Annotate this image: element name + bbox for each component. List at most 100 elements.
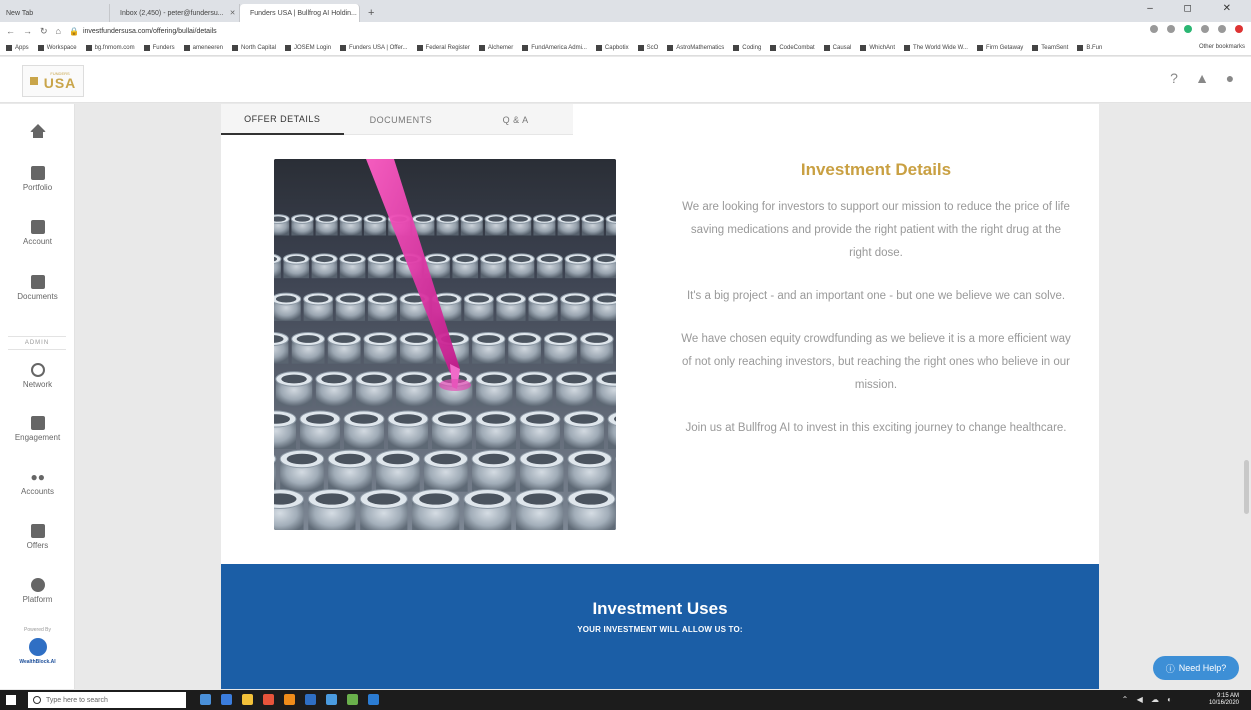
bookmark-item[interactable]: The World Wide W... [904,44,968,51]
app-icon[interactable] [305,694,316,705]
taskbar-search-input[interactable]: Type here to search [28,692,186,708]
funders-usa-logo[interactable]: FUNDERS USA [22,65,84,97]
bookmark-item[interactable]: TeamSent [1032,44,1068,51]
other-bookmarks[interactable]: Other bookmarks [1199,44,1245,50]
need-help-button[interactable]: ⓘ Need Help? [1153,656,1239,680]
bookmark-item[interactable]: Federal Register [416,44,470,51]
bookmark-item[interactable]: ameneeren [183,44,223,51]
extension-icon[interactable] [1184,25,1192,33]
bookmark-favicon-icon [823,44,830,51]
sidebar-item-accounts[interactable]: ●● Accounts [0,470,75,496]
star-icon[interactable] [1167,25,1175,33]
bookmark-item[interactable]: JOSEM Login [285,44,332,51]
bookmark-item[interactable]: AstroMathematics [667,44,725,51]
forward-arrow-icon[interactable]: → [23,26,32,36]
bookmark-item[interactable]: Coding [733,44,761,51]
tab-offer-details[interactable]: OFFER DETAILS [221,104,344,135]
new-tab-button[interactable]: + [360,4,382,22]
extension-icon[interactable] [1201,25,1209,33]
sidebar-item-platform[interactable]: Platform [0,578,75,604]
bookmark-item[interactable]: Funders [143,44,175,51]
sidebar: Portfolio Account Documents ADMIN Networ… [0,104,75,689]
task-view-icon[interactable] [200,694,211,705]
windows-start-icon[interactable] [6,695,16,705]
details-paragraph: It's a big project - and an important on… [686,290,1066,302]
bookmark-item[interactable]: CodeCombat [770,44,815,51]
sidebar-item-portfolio[interactable]: Portfolio [0,166,75,192]
search-icon[interactable] [1150,25,1158,33]
taskbar-clock[interactable]: 9:15 AM 10/16/2020 [1209,693,1239,707]
browser-tab-inbox[interactable]: Inbox (2,450) - peter@fundersu... ✕ [110,4,240,22]
bookmark-label: JOSEM Login [294,44,332,51]
browser-tab-bar: New Tab Inbox (2,450) - peter@fundersu..… [0,0,1251,22]
reload-icon[interactable]: ↻ [40,26,48,37]
tab-qa[interactable]: Q & A [458,104,573,135]
sidebar-item-network[interactable]: Network [0,363,75,389]
browser-tab-funders[interactable]: Funders USA | Bullfrog AI Holdin... ✕ [240,4,360,22]
account-icon [30,220,45,234]
investment-uses-section: Investment Uses YOUR INVESTMENT WILL ALL… [221,564,1099,689]
bookmark-label: Firm Getaway [985,44,1024,51]
sidebar-item-account[interactable]: Account [0,220,75,246]
bookmark-item[interactable]: B.Fun [1077,44,1102,51]
close-icon[interactable]: ✕ [230,9,236,17]
bookmark-item[interactable]: ScO [637,44,658,51]
back-arrow-icon[interactable]: ← [6,26,15,36]
browser-tab-label: Inbox (2,450) - peter@fundersu... [120,9,224,17]
bookmark-item[interactable]: Causal [823,44,851,51]
browser-tab-label: New Tab [6,9,34,17]
bookmark-favicon-icon [340,44,347,51]
profile-avatar-icon[interactable] [1235,25,1243,33]
bookmark-item[interactable]: Funders USA | Offer... [340,44,408,51]
bookmark-item[interactable]: Apps [6,44,29,51]
firefox-icon[interactable] [284,694,295,705]
sidebar-item-home[interactable] [0,124,75,141]
browser-tab-new[interactable]: New Tab [0,4,110,22]
sidebar-item-documents[interactable]: Documents [0,275,75,301]
bookmark-item[interactable]: Firm Getaway [976,44,1024,51]
bookmark-label: AstroMathematics [676,44,725,51]
bookmark-item[interactable]: bg.fnrnom.com [85,44,135,51]
sidebar-item-label: Network [22,380,53,389]
bookmark-label: Federal Register [425,44,470,51]
tab-documents[interactable]: DOCUMENTS [344,104,459,135]
search-icon [33,696,41,704]
bookmark-favicon-icon [667,44,674,51]
investment-uses-title: Investment Uses [592,599,728,618]
bookmark-favicon-icon [416,44,423,51]
sidebar-item-offers[interactable]: Offers [0,524,75,550]
bookmark-label: WhichAnt [869,44,896,51]
extension-icon[interactable] [1218,25,1226,33]
bookmark-item[interactable]: Alchemer [478,44,513,51]
bookmark-item[interactable]: WhichAnt [860,44,896,51]
bell-icon[interactable]: ▲ [1195,71,1209,85]
app-icon[interactable] [368,694,379,705]
powered-by[interactable]: Powered By WealthBlock.AI [0,627,75,665]
page-scrollbar[interactable] [1244,460,1249,514]
sidebar-item-engagement[interactable]: Engagement [0,416,75,442]
edge-icon[interactable] [221,694,232,705]
clock-date: 10/16/2020 [1208,700,1239,706]
offer-card: OFFER DETAILS DOCUMENTS Q & A Investment… [221,104,1099,689]
bookmark-item[interactable]: North Capital [232,44,276,51]
help-icon[interactable]: ? [1167,71,1181,85]
home-button-icon[interactable]: ⌂ [56,26,61,36]
chrome-icon[interactable] [263,694,274,705]
system-tray-icons[interactable]: ⌃ ◀ ☁ ◐ [1122,695,1175,704]
bookmark-favicon-icon [6,44,12,51]
need-help-label: Need Help? [1178,663,1227,673]
bookmark-favicon-icon [1032,44,1039,51]
taskbar-search-placeholder: Type here to search [46,696,108,704]
investment-uses-subtitle: YOUR INVESTMENT WILL ALLOW US TO: [577,625,743,634]
file-explorer-icon[interactable] [242,694,253,705]
user-icon[interactable]: ● [1223,71,1237,85]
bookmark-item[interactable]: Capbotix [595,44,629,51]
bookmark-favicon-icon [904,44,911,51]
app-icon[interactable] [347,694,358,705]
sidebar-item-label: Platform [22,595,53,604]
bookmark-item[interactable]: Workspace [37,44,77,51]
window-controls[interactable]: – ◻ ✕ [1147,3,1245,14]
bookmark-item[interactable]: FundAmerica Admi... [522,44,587,51]
url-input[interactable]: investfundersusa.com/offering/bullai/det… [83,28,217,35]
app-icon[interactable] [326,694,337,705]
